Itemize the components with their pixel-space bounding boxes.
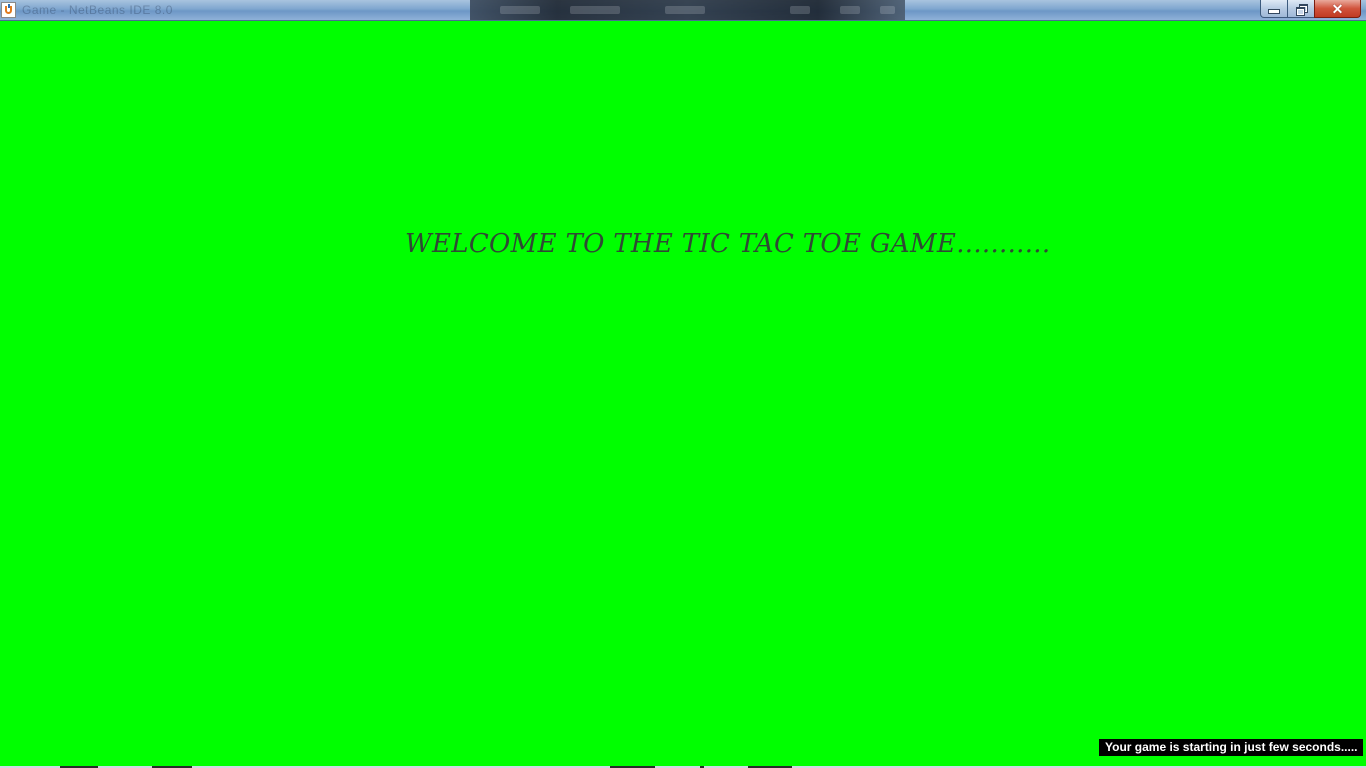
loading-status-banner: Your game is starting in just few second… bbox=[1099, 739, 1363, 756]
welcome-message: WELCOME TO THE TIC TAC TOE GAME.........… bbox=[405, 229, 1051, 259]
app-window: Game - NetBeans IDE 8.0 ✕ WELCOME TO THE… bbox=[0, 0, 1366, 768]
titlebar-background-blur bbox=[470, 0, 905, 20]
title-bar[interactable]: Game - NetBeans IDE 8.0 ✕ bbox=[0, 0, 1366, 21]
java-app-icon[interactable] bbox=[1, 2, 16, 18]
restore-button[interactable] bbox=[1287, 0, 1315, 18]
window-title: Game - NetBeans IDE 8.0 bbox=[22, 3, 173, 17]
minimize-button[interactable] bbox=[1260, 0, 1288, 18]
minimize-icon bbox=[1268, 9, 1280, 14]
close-icon: ✕ bbox=[1331, 0, 1344, 17]
restore-icon bbox=[1295, 3, 1308, 16]
close-button[interactable]: ✕ bbox=[1314, 0, 1361, 18]
game-splash-panel: WELCOME TO THE TIC TAC TOE GAME.........… bbox=[0, 21, 1366, 766]
